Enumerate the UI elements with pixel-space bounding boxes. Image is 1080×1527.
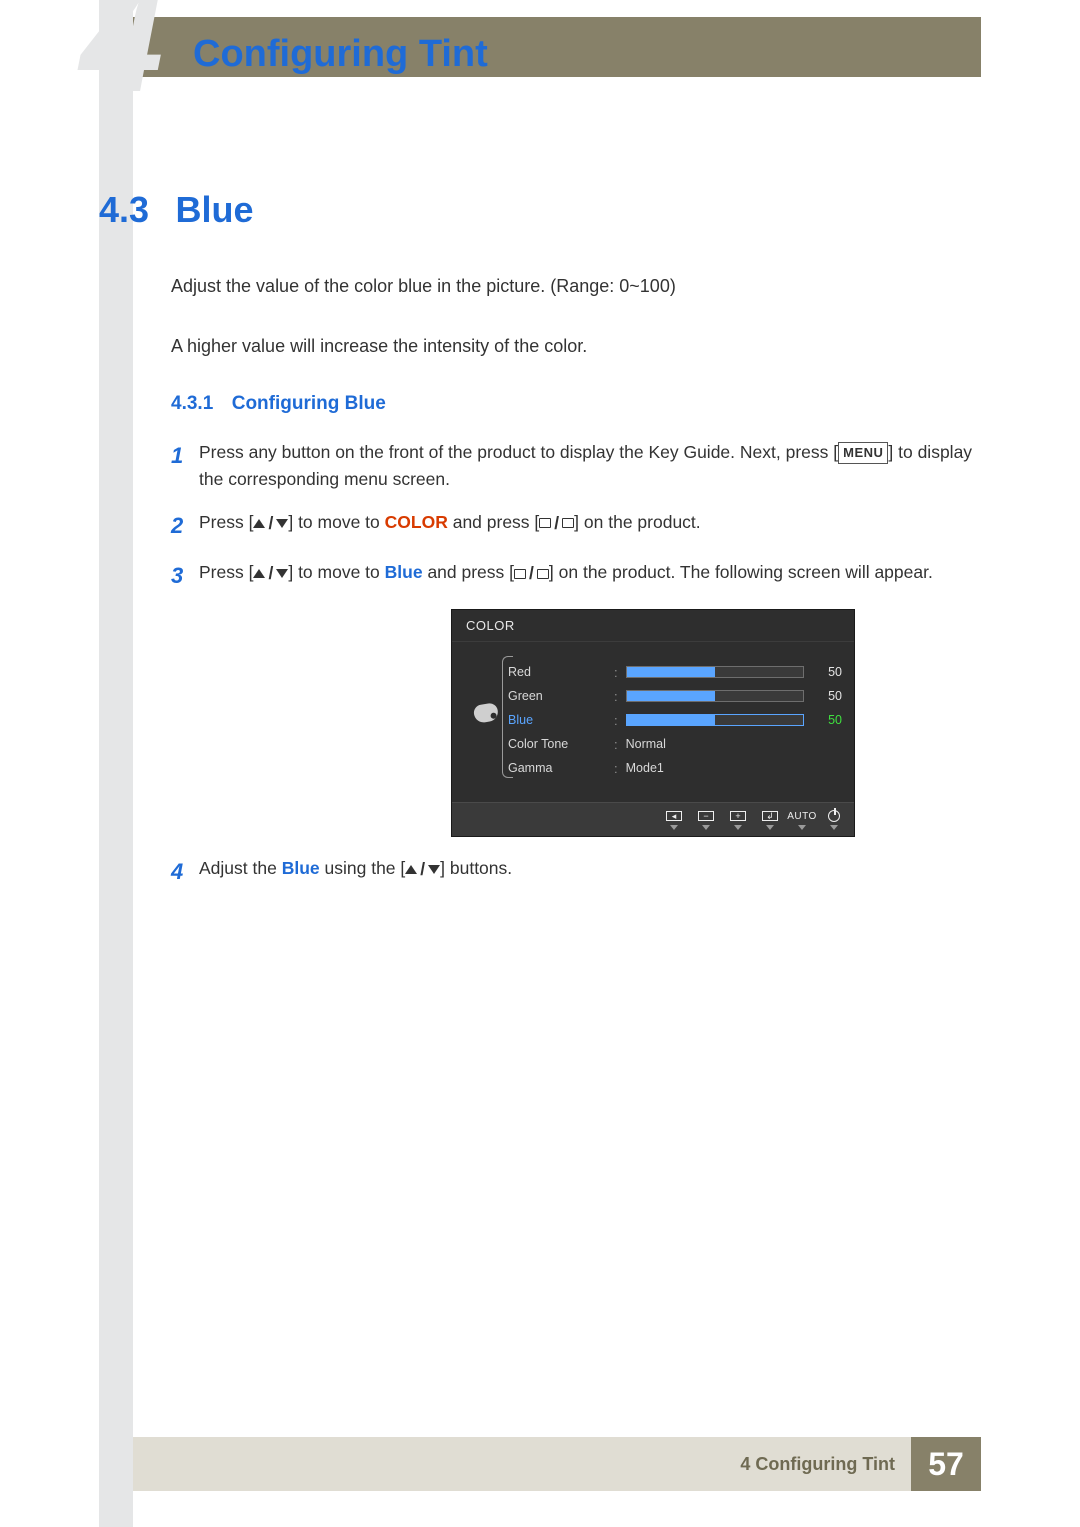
text: Press any button on the front of the pro… — [199, 442, 838, 462]
page-footer: 4 Configuring Tint 57 — [133, 1437, 981, 1491]
osd-screenshot: COLOR Red Green Blue Color Tone Gamma :5… — [451, 609, 981, 837]
osd-minus-icon: − — [696, 809, 716, 830]
section-number: 4.3 — [99, 189, 171, 231]
osd-panel: COLOR Red Green Blue Color Tone Gamma :5… — [451, 609, 855, 837]
osd-bar-blue — [626, 714, 804, 726]
osd-body: Red Green Blue Color Tone Gamma :50 :50 … — [452, 642, 854, 802]
step-number: 2 — [171, 509, 199, 543]
step-4: 4 Adjust the Blue using the [/] buttons. — [171, 855, 981, 889]
up-down-icon: / — [253, 560, 288, 587]
osd-val-gamma: Mode1 — [626, 761, 664, 775]
osd-bar-red — [626, 666, 804, 678]
chapter-number-watermark: 4 — [80, 0, 163, 114]
step-text: Adjust the Blue using the [/] buttons. — [199, 855, 981, 883]
osd-power-icon — [824, 809, 844, 830]
palette-icon — [473, 702, 500, 724]
step-2: 2 Press [/] to move to COLOR and press [… — [171, 509, 981, 543]
step-1: 1 Press any button on the front of the p… — [171, 439, 981, 493]
up-down-icon: / — [253, 510, 288, 537]
osd-label-gamma: Gamma — [508, 761, 552, 775]
text: ] buttons. — [440, 858, 512, 878]
osd-plus-icon: + — [728, 809, 748, 830]
step-text: Press [/] to move to COLOR and press [/]… — [199, 509, 981, 537]
subsection-heading: 4.3.1 Configuring Blue — [171, 393, 981, 415]
osd-label-colortone: Color Tone — [508, 737, 568, 751]
text: ] to move to — [288, 562, 384, 582]
footer-chapter-ref: 4 Configuring Tint — [133, 1437, 911, 1491]
osd-label-blue: Blue — [508, 713, 533, 727]
text: ] on the product. — [574, 512, 700, 532]
up-down-icon: / — [405, 856, 440, 883]
page: 4 Configuring Tint 4.3 Blue Adjust the v… — [0, 0, 1080, 1527]
text: using the [ — [320, 858, 406, 878]
highlight-color: COLOR — [385, 512, 448, 532]
osd-enter-icon: ↲ — [760, 809, 780, 830]
step-number: 3 — [171, 559, 199, 593]
osd-val-colortone: Normal — [626, 737, 666, 751]
step-number: 1 — [171, 439, 199, 473]
subsection-number: 4.3.1 — [171, 393, 213, 414]
osd-label-green: Green — [508, 689, 543, 703]
section-heading: 4.3 Blue — [99, 185, 981, 273]
footer-page-number: 57 — [911, 1437, 981, 1491]
osd-label-red: Red — [508, 665, 531, 679]
osd-val-blue: 50 — [812, 713, 842, 727]
osd-values: :50 :50 :50 :Normal :Mode1 — [614, 656, 842, 780]
steps-list: 1 Press any button on the front of the p… — [171, 439, 981, 890]
subsection-title: Configuring Blue — [232, 393, 386, 414]
chapter-title: Configuring Tint — [193, 33, 488, 76]
text: Adjust the — [199, 858, 282, 878]
menu-button-label: MENU — [838, 442, 888, 464]
highlight-blue: Blue — [385, 562, 423, 582]
step-text: Press [/] to move to Blue and press [/] … — [199, 559, 981, 587]
body: 4.3 Blue Adjust the value of the color b… — [99, 185, 981, 1417]
osd-labels: Red Green Blue Color Tone Gamma — [508, 656, 614, 780]
highlight-blue: Blue — [282, 858, 320, 878]
step-number: 4 — [171, 855, 199, 889]
osd-bar-green — [626, 690, 804, 702]
osd-footer: ◂ − + ↲ AUTO — [452, 802, 854, 836]
text: and press [ — [448, 512, 539, 532]
section-title: Blue — [175, 189, 253, 231]
section-para-1: Adjust the value of the color blue in th… — [171, 273, 981, 301]
step-3: 3 Press [/] to move to Blue and press [/… — [171, 559, 981, 593]
step-text: Press any button on the front of the pro… — [199, 439, 981, 493]
source-enter-icon: / — [539, 510, 574, 537]
osd-back-icon: ◂ — [664, 809, 684, 830]
text: Press [ — [199, 512, 253, 532]
section-para-2: A higher value will increase the intensi… — [171, 333, 981, 361]
osd-header: COLOR — [452, 610, 854, 642]
osd-val-red: 50 — [812, 665, 842, 679]
osd-auto-icon: AUTO — [792, 809, 812, 830]
text: and press [ — [423, 562, 514, 582]
text: ] to move to — [288, 512, 384, 532]
text: ] on the product. The following screen w… — [549, 562, 933, 582]
source-enter-icon: / — [514, 560, 549, 587]
osd-val-green: 50 — [812, 689, 842, 703]
text: Press [ — [199, 562, 253, 582]
